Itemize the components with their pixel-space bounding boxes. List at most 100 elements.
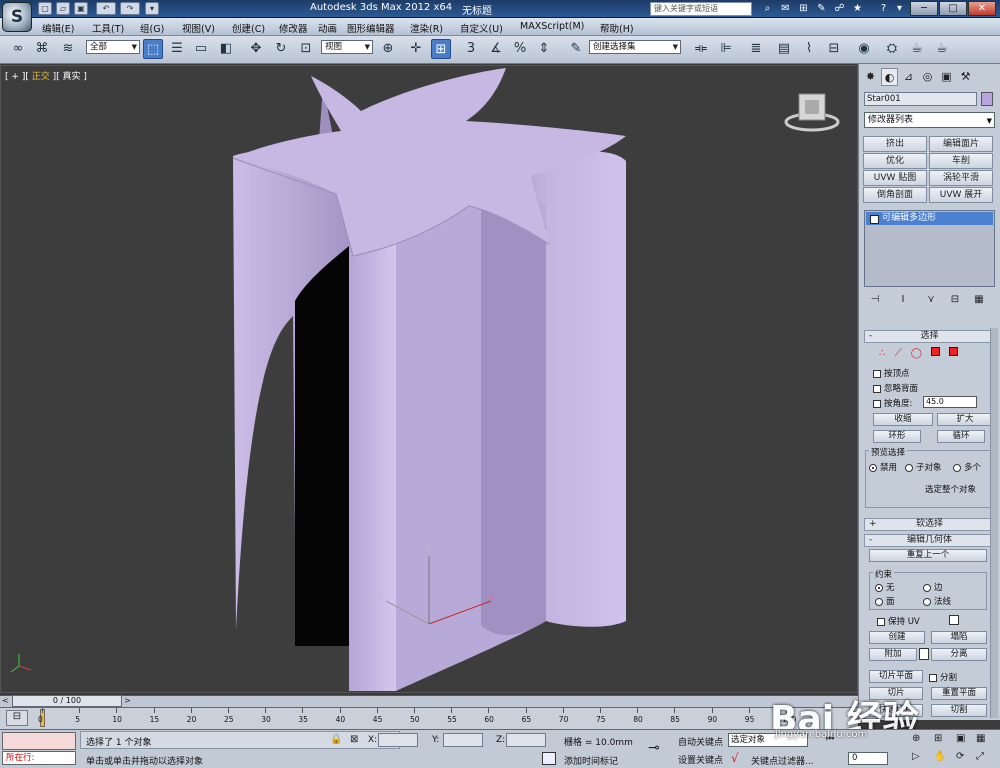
show-end-result-icon[interactable]: Ⅰ bbox=[895, 294, 911, 308]
x-coordinate-field[interactable] bbox=[378, 733, 418, 747]
current-frame-field[interactable]: 0 bbox=[848, 752, 888, 765]
modifier-list-dropdown[interactable]: 修改器列表 bbox=[864, 112, 995, 128]
save-icon[interactable]: ▣ bbox=[74, 2, 88, 15]
constraint-none-radio[interactable] bbox=[875, 583, 883, 592]
zoom-icon[interactable]: ⊕ bbox=[912, 733, 926, 747]
select-manipulate-icon[interactable]: ✛ bbox=[406, 39, 426, 59]
split-checkbox[interactable] bbox=[929, 673, 937, 682]
create-tab-icon[interactable]: ✸ bbox=[862, 68, 879, 86]
cut-button[interactable]: 切割 bbox=[931, 704, 987, 717]
subscription-icon[interactable]: ⊞ bbox=[796, 2, 811, 16]
constraint-edge-radio[interactable] bbox=[923, 583, 931, 592]
binoculars-icon[interactable]: ⌕ bbox=[760, 2, 775, 16]
menu-rendering[interactable]: 渲染(R) bbox=[410, 21, 443, 35]
viewport-menu-plus[interactable]: + bbox=[11, 72, 19, 82]
constraint-normal-option[interactable]: 法线 bbox=[923, 595, 951, 607]
attach-button[interactable]: 附加 bbox=[869, 648, 917, 661]
set-key-icon[interactable]: ⊸ bbox=[648, 740, 670, 756]
render-production-icon[interactable]: ☕ bbox=[932, 39, 952, 59]
rendered-frame-icon[interactable]: ☕ bbox=[907, 39, 927, 59]
rotate-icon[interactable]: ↻ bbox=[271, 39, 291, 59]
pivot-center-icon[interactable]: ⊕ bbox=[378, 39, 398, 59]
pin-stack-icon[interactable]: ⊣ bbox=[867, 294, 883, 308]
zoom-extents-all-icon[interactable]: ▦ bbox=[976, 733, 990, 747]
constraint-none-option[interactable]: 无 bbox=[875, 581, 895, 593]
bind-space-warp-icon[interactable]: ≋ bbox=[58, 39, 78, 59]
angle-snap-icon[interactable]: ∡ bbox=[486, 39, 506, 59]
align-icon[interactable]: ⊫ bbox=[716, 39, 736, 59]
favorites-star-icon[interactable]: ★ bbox=[850, 2, 865, 16]
menu-help[interactable]: 帮助(H) bbox=[600, 21, 634, 35]
pan-view-icon[interactable]: ✋ bbox=[934, 751, 948, 765]
app-logo[interactable]: S bbox=[2, 2, 32, 32]
command-panel-scrollbar[interactable] bbox=[990, 328, 998, 718]
tools-icon[interactable]: ✎ bbox=[814, 2, 829, 16]
menu-maxscript[interactable]: MAXScript(M) bbox=[520, 21, 584, 32]
stack-item-editable-poly[interactable]: 可编辑多边形 bbox=[866, 212, 993, 225]
extrude-button[interactable]: 挤出 bbox=[863, 136, 927, 152]
configure-sets-icon[interactable]: ▦ bbox=[971, 294, 987, 308]
preview-subobject-option[interactable]: 子对象 bbox=[905, 461, 942, 473]
mirror-icon[interactable]: ⟚ bbox=[691, 39, 711, 59]
viewport-label[interactable]: [ + ][ 正交 ][ 真实 ] bbox=[5, 69, 87, 82]
graphite-toggle-icon[interactable]: ▤ bbox=[774, 39, 794, 59]
border-icon[interactable]: ◯ bbox=[911, 348, 922, 359]
viewport-shading-mode[interactable]: 真实 bbox=[63, 72, 81, 82]
preview-disabled-radio[interactable] bbox=[869, 463, 877, 472]
render-setup-icon[interactable]: ⛭ bbox=[882, 39, 902, 59]
repeat-last-button[interactable]: 重复上一个 bbox=[869, 549, 987, 562]
polygon-icon[interactable] bbox=[931, 347, 941, 356]
make-unique-icon[interactable]: ⋎ bbox=[923, 294, 939, 308]
keyboard-shortcut-override-icon[interactable]: ⊞ bbox=[431, 39, 451, 59]
select-by-name-icon[interactable]: ☰ bbox=[167, 39, 187, 59]
add-time-tag-icon[interactable] bbox=[542, 752, 556, 765]
display-tab-icon[interactable]: ▣ bbox=[938, 68, 955, 86]
rectangular-selection-icon[interactable]: ▭ bbox=[191, 39, 211, 59]
unlink-icon[interactable]: ⌘ bbox=[32, 39, 52, 59]
bevel-profile-button[interactable]: 倒角剖面 bbox=[863, 187, 927, 203]
soft-selection-rollout-header[interactable]: + 软选择 bbox=[864, 518, 995, 531]
edit-patch-button[interactable]: 编辑面片 bbox=[929, 136, 993, 152]
by-vertex-checkbox[interactable] bbox=[873, 369, 881, 378]
quick-access-dropdown-icon[interactable]: ▾ bbox=[145, 2, 159, 15]
remove-modifier-icon[interactable]: ⊟ bbox=[947, 294, 963, 308]
y-coordinate-field[interactable] bbox=[443, 733, 483, 747]
preview-disabled-option[interactable]: 禁用 bbox=[869, 461, 897, 473]
loop-button[interactable]: 循环 bbox=[937, 430, 985, 443]
utilities-tab-icon[interactable]: ⚒ bbox=[957, 68, 974, 86]
by-angle-option[interactable]: 按角度: bbox=[873, 397, 912, 409]
scale-icon[interactable]: ⊡ bbox=[296, 39, 316, 59]
by-vertex-option[interactable]: 按顶点 bbox=[873, 367, 910, 379]
key-filters-button[interactable]: 关键点过滤器... bbox=[751, 754, 814, 767]
search-input[interactable]: 键入关键字或短语 bbox=[650, 2, 752, 16]
field-of-view-icon[interactable]: ▷ bbox=[912, 751, 926, 765]
attach-list-icon[interactable] bbox=[919, 648, 929, 660]
preserve-uv-option[interactable]: 保持 UV bbox=[877, 615, 920, 627]
lathe-button[interactable]: 车削 bbox=[929, 153, 993, 169]
mini-curve-editor-icon[interactable]: ⊟ bbox=[6, 710, 28, 726]
object-name-field[interactable]: Star001 bbox=[864, 92, 977, 106]
link-icon[interactable]: ∞ bbox=[8, 39, 28, 59]
object-color-swatch[interactable] bbox=[981, 92, 993, 106]
constraint-edge-option[interactable]: 边 bbox=[923, 581, 943, 593]
element-icon[interactable] bbox=[949, 347, 959, 356]
z-coordinate-field[interactable] bbox=[506, 733, 546, 747]
modifier-stack[interactable]: 可编辑多边形 bbox=[864, 210, 995, 287]
constraint-face-radio[interactable] bbox=[875, 597, 883, 606]
menu-modifiers[interactable]: 修改器 bbox=[279, 21, 308, 35]
go-to-start-icon[interactable]: ⏮ bbox=[826, 734, 840, 746]
undo-icon[interactable]: ↶ bbox=[96, 2, 116, 15]
help-dropdown-icon[interactable]: ▾ bbox=[892, 2, 907, 16]
snap-toggle-icon[interactable]: 3 bbox=[461, 39, 481, 59]
set-key-button[interactable]: 设置关键点 bbox=[678, 753, 723, 766]
time-slider[interactable]: 0 / 100 bbox=[12, 695, 122, 707]
add-time-tag-label[interactable]: 添加时间标记 bbox=[564, 754, 618, 767]
by-angle-checkbox[interactable] bbox=[873, 399, 881, 408]
hierarchy-tab-icon[interactable]: ⊿ bbox=[900, 68, 917, 86]
maxscript-listener[interactable] bbox=[2, 732, 76, 750]
ignore-backface-option[interactable]: 忽略背面 bbox=[873, 382, 918, 394]
selection-lock-icon[interactable]: 🔒 bbox=[330, 734, 342, 746]
orbit-icon[interactable]: ⟳ bbox=[956, 751, 970, 765]
turbosmooth-button[interactable]: 涡轮平滑 bbox=[929, 170, 993, 186]
selection-rollout-header[interactable]: - 选择 bbox=[864, 330, 995, 343]
